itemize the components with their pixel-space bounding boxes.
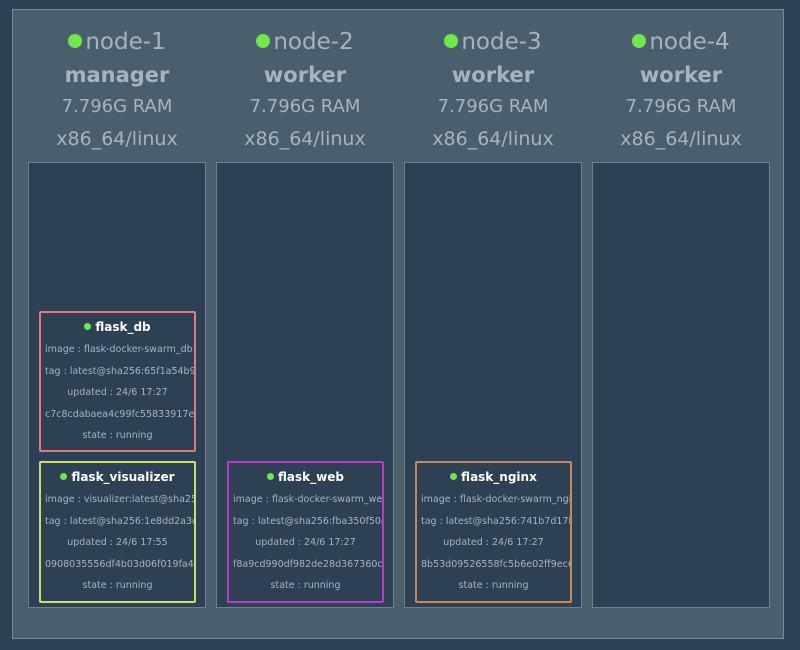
node-arch: x86_64/linux bbox=[244, 128, 366, 150]
status-dot-icon bbox=[450, 473, 458, 480]
status-dot-icon bbox=[632, 34, 647, 48]
task-title: flask_web bbox=[229, 469, 382, 485]
task-updated: updated : 24/6 17:55 bbox=[67, 537, 168, 548]
task-name: flask_web bbox=[278, 470, 344, 484]
task-updated: updated : 24/6 17:27 bbox=[67, 387, 168, 398]
node-name-row: node-2 bbox=[216, 28, 394, 56]
task-title: flask_nginx bbox=[417, 469, 570, 485]
node-arch: x86_64/linux bbox=[56, 128, 178, 150]
swarm-visualizer-panel: node-1 manager 7.796G RAM x86_64/linux f… bbox=[12, 9, 784, 639]
task-tag: tag : latest@sha256:fba350f504718a bbox=[233, 516, 382, 527]
node-name: node-4 bbox=[649, 29, 730, 55]
task-id: c7c8cdabaea4c99fc55833917e68f86 bbox=[45, 409, 194, 420]
task-state: state : running bbox=[82, 430, 153, 441]
status-dot-icon bbox=[444, 34, 459, 48]
node-role: worker bbox=[639, 63, 723, 87]
task-state: state : running bbox=[270, 580, 341, 591]
task-tag: tag : latest@sha256:741b7d17b02a3 bbox=[421, 516, 570, 527]
task-card-flask-nginx[interactable]: flask_nginx image : flask-docker-swarm_n… bbox=[415, 461, 572, 603]
task-image: image : flask-docker-swarm_nginx:la bbox=[421, 494, 570, 505]
task-state: state : running bbox=[82, 580, 153, 591]
task-id: 0908035556df4b03d06f019fa477a71 bbox=[45, 559, 194, 570]
task-name: flask_nginx bbox=[461, 470, 537, 484]
node-name-row: node-4 bbox=[592, 28, 770, 56]
node-ram: 7.796G RAM bbox=[437, 96, 549, 117]
task-image: image : flask-docker-swarm_db:latest@sha… bbox=[45, 344, 194, 355]
status-dot-icon bbox=[84, 323, 92, 330]
node-task-area bbox=[592, 162, 770, 608]
node-name-row: node-3 bbox=[404, 28, 582, 56]
task-title: flask_visualizer bbox=[41, 469, 194, 485]
node-role: worker bbox=[263, 63, 347, 87]
status-dot-icon bbox=[68, 34, 83, 48]
node-role: worker bbox=[451, 63, 535, 87]
task-tag: tag : latest@sha256:65f1a54b93923 bbox=[45, 366, 194, 377]
task-id: f8a9cd990df982de28d367360c26cae bbox=[233, 559, 382, 570]
task-card-flask-visualizer[interactable]: flask_visualizer image : visualizer:late… bbox=[39, 461, 196, 603]
task-updated: updated : 24/6 17:27 bbox=[255, 537, 356, 548]
status-dot-icon bbox=[60, 473, 68, 480]
task-id: 8b53d09526558fc5b6e02ff9ec6afdc3 bbox=[421, 559, 570, 570]
node-arch: x86_64/linux bbox=[620, 128, 742, 150]
task-name: flask_visualizer bbox=[71, 470, 175, 484]
node-ram: 7.796G RAM bbox=[61, 96, 173, 117]
node-ram: 7.796G RAM bbox=[249, 96, 361, 117]
node-ram: 7.796G RAM bbox=[625, 96, 737, 117]
node-column-4: node-4 worker 7.796G RAM x86_64/linux bbox=[592, 10, 770, 640]
node-name-row: node-1 bbox=[28, 28, 206, 56]
task-state: state : running bbox=[458, 580, 529, 591]
status-dot-icon bbox=[256, 34, 271, 48]
node-column-3: node-3 worker 7.796G RAM x86_64/linux fl… bbox=[404, 10, 582, 640]
node-column-2: node-2 worker 7.796G RAM x86_64/linux fl… bbox=[216, 10, 394, 640]
node-task-area: flask_db image : flask-docker-swarm_db:l… bbox=[28, 162, 206, 608]
task-title: flask_db bbox=[41, 319, 194, 335]
node-name: node-1 bbox=[85, 29, 166, 55]
task-image: image : visualizer:latest@sha256:1e8 bbox=[45, 494, 194, 505]
task-card-flask-web[interactable]: flask_web image : flask-docker-swarm_web… bbox=[227, 461, 384, 603]
node-role: manager bbox=[64, 63, 170, 87]
task-updated: updated : 24/6 17:27 bbox=[443, 537, 544, 548]
node-task-area: flask_web image : flask-docker-swarm_web… bbox=[216, 162, 394, 608]
task-card-flask-db[interactable]: flask_db image : flask-docker-swarm_db:l… bbox=[39, 311, 196, 452]
task-image: image : flask-docker-swarm_web:latest bbox=[233, 494, 382, 505]
node-column-1: node-1 manager 7.796G RAM x86_64/linux f… bbox=[28, 10, 206, 640]
status-dot-icon bbox=[267, 473, 275, 480]
node-task-area: flask_nginx image : flask-docker-swarm_n… bbox=[404, 162, 582, 608]
task-name: flask_db bbox=[95, 320, 151, 334]
node-arch: x86_64/linux bbox=[432, 128, 554, 150]
node-name: node-2 bbox=[273, 29, 354, 55]
task-tag: tag : latest@sha256:1e8dd2a3c7216 bbox=[45, 516, 194, 527]
node-name: node-3 bbox=[461, 29, 542, 55]
